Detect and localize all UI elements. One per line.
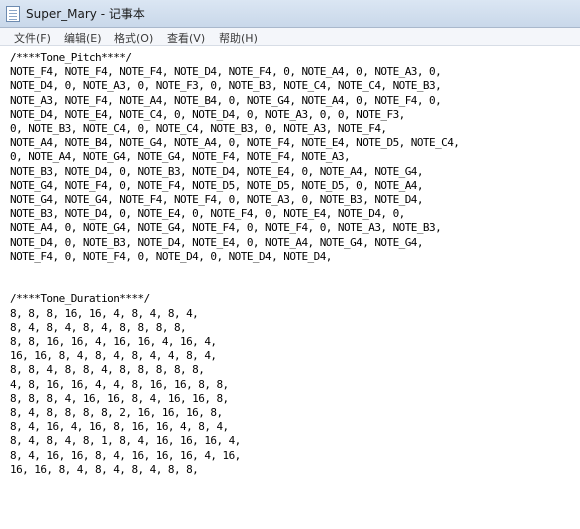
menu-view[interactable]: 查看(V): [167, 30, 205, 46]
text-line[interactable]: NOTE_B3, NOTE_D4, 0, NOTE_B3, NOTE_D4, N…: [10, 165, 580, 179]
text-line[interactable]: [10, 264, 580, 278]
text-line[interactable]: 8, 4, 16, 16, 8, 4, 16, 16, 16, 4, 16,: [10, 449, 580, 463]
menu-help[interactable]: 帮助(H): [219, 30, 258, 46]
text-line[interactable]: NOTE_G4, NOTE_G4, NOTE_F4, NOTE_F4, 0, N…: [10, 193, 580, 207]
text-line[interactable]: NOTE_F4, NOTE_F4, NOTE_F4, NOTE_D4, NOTE…: [10, 65, 580, 79]
text-editor[interactable]: /****Tone_Pitch****/NOTE_F4, NOTE_F4, NO…: [0, 46, 580, 529]
text-line[interactable]: 0, NOTE_B3, NOTE_C4, 0, NOTE_C4, NOTE_B3…: [10, 122, 580, 136]
text-line[interactable]: 4, 8, 16, 16, 4, 4, 8, 16, 16, 8, 8,: [10, 378, 580, 392]
menu-format[interactable]: 格式(O): [114, 30, 153, 46]
text-line[interactable]: 16, 16, 8, 4, 8, 4, 8, 4, 4, 8, 4,: [10, 349, 580, 363]
text-line[interactable]: 8, 4, 8, 4, 8, 1, 8, 4, 16, 16, 16, 4,: [10, 434, 580, 448]
text-line[interactable]: NOTE_A3, NOTE_F4, NOTE_A4, NOTE_B4, 0, N…: [10, 94, 580, 108]
menu-bar: 文件(F) 编辑(E) 格式(O) 查看(V) 帮助(H): [0, 28, 580, 46]
text-line[interactable]: NOTE_B3, NOTE_D4, 0, NOTE_E4, 0, NOTE_F4…: [10, 207, 580, 221]
text-line[interactable]: [10, 278, 580, 292]
text-line[interactable]: /****Tone_Duration****/: [10, 292, 580, 306]
menu-edit[interactable]: 编辑(E): [64, 30, 102, 46]
text-line[interactable]: 8, 8, 4, 8, 8, 4, 8, 8, 8, 8, 8,: [10, 363, 580, 377]
text-line[interactable]: NOTE_A4, 0, NOTE_G4, NOTE_G4, NOTE_F4, 0…: [10, 221, 580, 235]
text-line[interactable]: NOTE_D4, NOTE_E4, NOTE_C4, 0, NOTE_D4, 0…: [10, 108, 580, 122]
window-title: Super_Mary - 记事本: [26, 7, 145, 21]
text-line[interactable]: NOTE_D4, 0, NOTE_B3, NOTE_D4, NOTE_E4, 0…: [10, 236, 580, 250]
text-line[interactable]: NOTE_A4, NOTE_B4, NOTE_G4, NOTE_A4, 0, N…: [10, 136, 580, 150]
text-line[interactable]: NOTE_G4, NOTE_F4, 0, NOTE_F4, NOTE_D5, N…: [10, 179, 580, 193]
text-line[interactable]: 8, 4, 8, 8, 8, 8, 2, 16, 16, 16, 8,: [10, 406, 580, 420]
text-line[interactable]: NOTE_F4, 0, NOTE_F4, 0, NOTE_D4, 0, NOTE…: [10, 250, 580, 264]
text-line[interactable]: NOTE_D4, 0, NOTE_A3, 0, NOTE_F3, 0, NOTE…: [10, 79, 580, 93]
text-line[interactable]: 0, NOTE_A4, NOTE_G4, NOTE_G4, NOTE_F4, N…: [10, 150, 580, 164]
text-line[interactable]: /****Tone_Pitch****/: [10, 51, 580, 65]
text-line[interactable]: 16, 16, 8, 4, 8, 4, 8, 4, 8, 8,: [10, 463, 580, 477]
text-line[interactable]: 8, 4, 8, 4, 8, 4, 8, 8, 8, 8,: [10, 321, 580, 335]
text-line[interactable]: 8, 8, 16, 16, 4, 16, 16, 4, 16, 4,: [10, 335, 580, 349]
title-bar[interactable]: Super_Mary - 记事本: [0, 0, 580, 28]
text-line[interactable]: 8, 4, 16, 4, 16, 8, 16, 16, 4, 8, 4,: [10, 420, 580, 434]
editor-content[interactable]: /****Tone_Pitch****/NOTE_F4, NOTE_F4, NO…: [0, 46, 580, 477]
notepad-icon[interactable]: [6, 6, 20, 22]
menu-file[interactable]: 文件(F): [14, 30, 51, 46]
text-line[interactable]: 8, 8, 8, 16, 16, 4, 8, 4, 8, 4,: [10, 307, 580, 321]
text-line[interactable]: 8, 8, 8, 4, 16, 16, 8, 4, 16, 16, 8,: [10, 392, 580, 406]
